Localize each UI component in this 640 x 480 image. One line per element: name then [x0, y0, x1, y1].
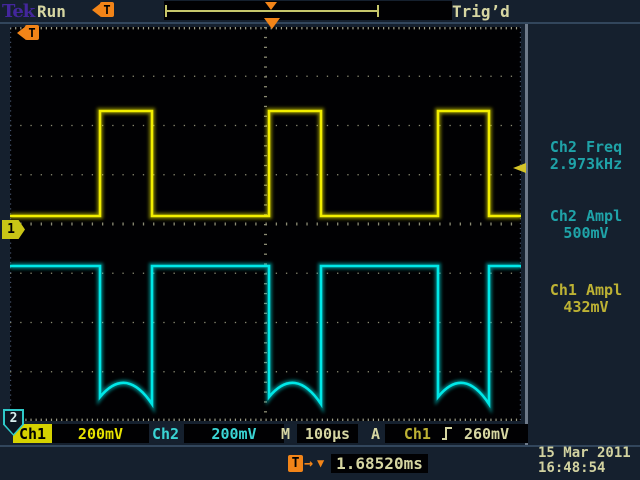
right-arrow-icon: →	[304, 454, 313, 472]
ch2-scale-readout: 200mV	[184, 424, 284, 443]
record-right-bracket	[377, 5, 379, 17]
offscreen-trigger-indicator: T	[17, 25, 39, 40]
measurement-label: Ch1 Ampl	[534, 282, 638, 299]
grid-dots	[10, 27, 521, 421]
down-triangle-icon: ▼	[317, 456, 324, 470]
ch1-scale-readout: 200mV	[52, 424, 149, 443]
trigger-t-icon: T	[100, 2, 114, 17]
trigger-t-icon: T	[25, 25, 39, 40]
trigger-type-label: A	[371, 425, 380, 443]
measurement-value: 500mV	[534, 225, 638, 242]
waveform-plot	[10, 27, 521, 421]
trigger-level-arrow-icon	[513, 163, 526, 173]
graticule: T	[10, 27, 521, 421]
trigger-position-icon: T	[92, 2, 114, 17]
trigger-level-value: 260mV	[464, 425, 509, 443]
delay-trigger-t-icon: T	[288, 455, 303, 472]
rising-edge-icon	[441, 426, 454, 441]
timebase-readout: 100µs	[297, 424, 358, 443]
time-display: 16:48:54	[538, 461, 640, 476]
status-bar: Ch1 200mV Ch2 200mV M 100µs A Ch1 260mV	[0, 424, 640, 443]
top-frame-line	[0, 22, 640, 24]
ch2-trace	[10, 266, 521, 404]
date-display: 15 Mar 2011	[538, 446, 640, 461]
record-trigger-marker-icon	[265, 2, 277, 10]
measurement-value: 2.973kHz	[534, 156, 638, 173]
record-left-bracket	[165, 5, 167, 17]
measurement-ch1-ampl: Ch1 Ampl 432mV	[534, 282, 638, 316]
ch2-trace-glow	[10, 266, 521, 404]
ch2-label: Ch2	[152, 425, 179, 443]
acquisition-status: Run	[37, 2, 66, 21]
measurement-label: Ch2 Ampl	[534, 208, 638, 225]
trigger-status: Trig’d	[452, 2, 510, 21]
record-view-bar	[164, 1, 452, 20]
record-line	[166, 10, 378, 12]
measurement-ch2-ampl: Ch2 Ampl 500mV	[534, 208, 638, 242]
trigger-readout: Ch1 260mV	[385, 424, 528, 443]
timebase-label: M	[281, 425, 290, 443]
measurement-label: Ch2 Freq	[534, 139, 638, 156]
horizontal-position-marker-icon	[264, 18, 280, 29]
measurement-ch2-freq: Ch2 Freq 2.973kHz	[534, 139, 638, 173]
trigger-source: Ch1	[404, 425, 431, 443]
datetime-display: 15 Mar 2011 16:48:54	[536, 446, 640, 476]
measurement-value: 432mV	[534, 299, 638, 316]
delay-readout: 1.68520ms	[331, 454, 428, 473]
oscilloscope-screen: Tek Run T Trig’d T	[0, 0, 640, 480]
tek-logo: Tek	[2, 1, 34, 22]
screen-bevel	[525, 24, 528, 445]
